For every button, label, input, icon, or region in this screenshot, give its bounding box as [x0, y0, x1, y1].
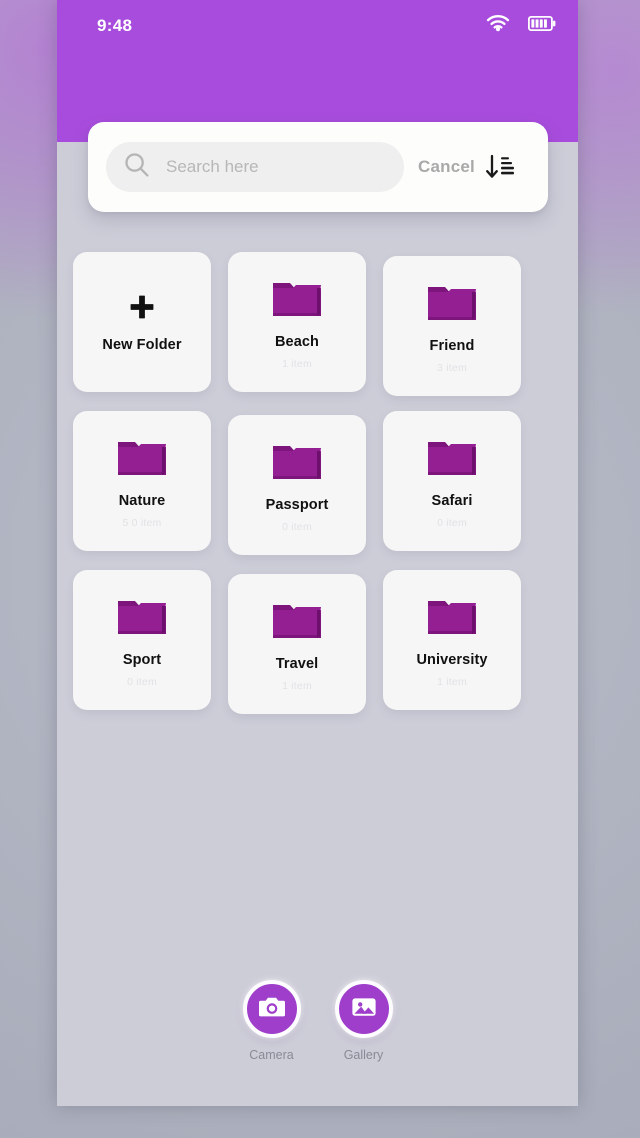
new-folder-label: New Folder: [102, 337, 181, 353]
bottom-action-bar: Camera Gallery: [57, 980, 578, 1062]
folder-tile-safari[interactable]: Safari 0 item: [383, 411, 521, 551]
gallery-label: Gallery: [344, 1048, 384, 1062]
folder-icon: [114, 434, 170, 485]
folder-icon: [269, 438, 325, 489]
camera-button-circle[interactable]: [243, 980, 301, 1038]
folder-item-count: 0 item: [282, 521, 312, 533]
folder-name: Nature: [119, 493, 166, 509]
app-header: 9:48: [57, 0, 578, 142]
camera-icon: [258, 994, 286, 1025]
cancel-button[interactable]: Cancel: [418, 157, 475, 177]
status-icons: [486, 15, 556, 38]
plus-icon: [127, 292, 157, 327]
folder-icon: [269, 275, 325, 326]
folder-icon: [424, 279, 480, 330]
new-folder-tile[interactable]: New Folder: [73, 252, 211, 392]
status-time: 9:48: [97, 16, 132, 36]
search-icon: [122, 150, 152, 185]
folder-name: Passport: [266, 497, 329, 513]
wifi-icon: [486, 15, 510, 38]
folder-tile-passport[interactable]: Passport 0 item: [228, 415, 366, 555]
folder-tile-beach[interactable]: Beach 1 item: [228, 252, 366, 392]
folder-item-count: 1 item: [282, 358, 312, 370]
folder-icon: [114, 593, 170, 644]
folder-icon: [269, 597, 325, 648]
folder-item-count: 0 item: [127, 676, 157, 688]
folder-name: Friend: [430, 338, 475, 354]
folder-item-count: 3 item: [437, 362, 467, 374]
gallery-button[interactable]: Gallery: [335, 980, 393, 1062]
folder-item-count: 5 0 item: [123, 517, 162, 529]
folder-icon: [424, 593, 480, 644]
status-bar: 9:48: [57, 0, 578, 52]
gallery-button-circle[interactable]: [335, 980, 393, 1038]
camera-label: Camera: [249, 1048, 293, 1062]
folder-name: Beach: [275, 334, 319, 350]
folder-tile-university[interactable]: University 1 item: [383, 570, 521, 710]
folder-tile-sport[interactable]: Sport 0 item: [73, 570, 211, 710]
folder-item-count: 0 item: [437, 517, 467, 529]
folder-tile-nature[interactable]: Nature 5 0 item: [73, 411, 211, 551]
folder-name: Safari: [432, 493, 473, 509]
folder-tile-travel[interactable]: Travel 1 item: [228, 574, 366, 714]
folder-name: University: [416, 652, 487, 668]
camera-button[interactable]: Camera: [243, 980, 301, 1062]
folder-item-count: 1 item: [437, 676, 467, 688]
search-placeholder: Search here: [166, 157, 259, 177]
battery-full-icon: [528, 16, 556, 36]
folder-item-count: 1 item: [282, 680, 312, 692]
search-card: Search here Cancel: [88, 122, 548, 212]
folder-tile-friend[interactable]: Friend 3 item: [383, 256, 521, 396]
sort-descending-icon[interactable]: [483, 150, 517, 184]
folder-name: Sport: [123, 652, 161, 668]
gallery-image-icon: [350, 994, 378, 1025]
folder-icon: [424, 434, 480, 485]
folder-name: Travel: [276, 656, 319, 672]
folder-grid: New Folder Beach 1 item: [57, 252, 578, 714]
phone-screen: 9:48: [57, 0, 578, 1106]
search-input[interactable]: Search here: [106, 142, 404, 192]
app-backdrop: 9:48: [0, 0, 640, 1138]
